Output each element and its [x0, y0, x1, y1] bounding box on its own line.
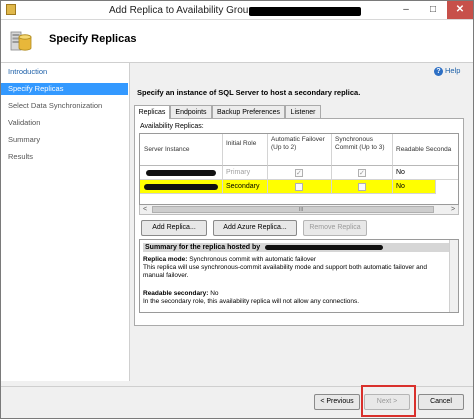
replica-mode-line: Replica mode: Synchronous commit with au…	[143, 256, 316, 264]
table-horizontal-scrollbar[interactable]: < III >	[139, 205, 459, 215]
nav-item-select-data-synchronization: Select Data Synchronization	[8, 101, 103, 110]
scroll-thumb[interactable]: III	[152, 206, 434, 213]
maximize-button[interactable]: □	[420, 1, 446, 19]
previous-button[interactable]: < Previous	[314, 394, 360, 410]
readable-secondary-description: In the secondary role, this availability…	[143, 298, 360, 305]
automatic-failover-checkbox[interactable]	[295, 183, 303, 191]
synchronous-commit-checkbox[interactable]	[358, 183, 366, 191]
app-icon	[6, 4, 16, 15]
redacted-server-name	[146, 170, 216, 176]
replica-mode-description-2: manual failover.	[143, 272, 189, 279]
nav-item-summary: Summary	[8, 135, 41, 144]
summary-title-text: Summary for the replica hosted by	[145, 244, 261, 251]
replica-mode-value: Synchronous commit with automatic failov…	[189, 256, 317, 263]
add-azure-replica-button[interactable]: Add Azure Replica...	[213, 220, 297, 236]
availability-replicas-label: Availability Replicas:	[140, 123, 204, 130]
col-header-initial-role[interactable]: Initial Role	[223, 134, 268, 166]
availability-replicas-table: Server Instance Initial Role Automatic F…	[139, 133, 459, 205]
help-icon: ?	[434, 67, 443, 76]
next-button-highlight	[361, 385, 416, 417]
help-label: Help	[445, 66, 461, 75]
redacted-group-name	[249, 7, 361, 16]
synchronous-commit-checkbox[interactable]	[358, 167, 366, 179]
close-button[interactable]: ✕	[447, 1, 473, 19]
tab-replicas[interactable]: Replicas	[134, 105, 170, 119]
replica-mode-label: Replica mode:	[143, 256, 188, 263]
cell-initial-role: Secondary	[223, 180, 268, 194]
cancel-button[interactable]: Cancel	[418, 394, 464, 410]
nav-item-specify-replicas[interactable]: Specify Replicas	[1, 83, 128, 95]
nav-item-results: Results	[8, 152, 34, 161]
wizard-nav: Introduction Specify Replicas Select Dat…	[1, 63, 130, 381]
col-header-automatic-failover[interactable]: Automatic Failover (Up to 2)	[268, 134, 332, 166]
redacted-host-name	[265, 245, 383, 250]
cell-initial-role: Primary	[223, 166, 268, 180]
window-title: Add Replica to Availability Group:	[109, 5, 257, 16]
cell-automatic-failover	[268, 166, 332, 180]
tab-listener[interactable]: Listener	[285, 105, 321, 118]
scroll-left-icon[interactable]: <	[140, 205, 150, 214]
cell-server-instance	[140, 180, 223, 194]
col-header-server-instance[interactable]: Server Instance	[140, 134, 223, 166]
col-header-readable-secondary[interactable]: Readable Seconda	[393, 134, 458, 166]
title-bar[interactable]: Add Replica to Availability Group: – □ ✕	[1, 1, 473, 20]
tab-endpoints[interactable]: Endpoints	[170, 105, 212, 118]
summary-vertical-scrollbar[interactable]	[449, 240, 458, 312]
readable-secondary-line: Readable secondary: No	[143, 290, 219, 298]
cell-synchronous-commit	[332, 166, 393, 180]
cell-readable-secondary[interactable]: No	[393, 180, 436, 194]
replica-mode-description-1: This replica will use synchronous-commit…	[143, 264, 427, 271]
minimize-button[interactable]: –	[393, 1, 419, 19]
readable-secondary-label: Readable secondary:	[143, 290, 209, 297]
wizard-header: Specify Replicas	[1, 20, 473, 63]
replica-summary-box: Summary for the replica hosted by Replic…	[139, 239, 459, 313]
cell-readable-secondary[interactable]: No	[393, 166, 458, 180]
readable-secondary-value: No	[210, 290, 219, 297]
help-link[interactable]: ? Help	[434, 66, 460, 76]
page-title: Specify Replicas	[49, 33, 137, 45]
remove-replica-button: Remove Replica	[303, 220, 367, 236]
cell-automatic-failover	[268, 180, 332, 194]
redacted-server-name	[144, 184, 218, 190]
add-replica-button[interactable]: Add Replica...	[141, 220, 207, 236]
nav-item-validation: Validation	[8, 118, 41, 127]
instruction-text: Specify an instance of SQL Server to hos…	[137, 88, 361, 97]
database-server-icon	[10, 31, 32, 51]
summary-title: Summary for the replica hosted by	[143, 243, 453, 252]
automatic-failover-checkbox[interactable]	[295, 167, 303, 179]
tab-backup-preferences[interactable]: Backup Preferences	[212, 105, 285, 118]
add-replica-wizard-window: Add Replica to Availability Group: – □ ✕…	[0, 0, 474, 419]
nav-item-introduction[interactable]: Introduction	[1, 66, 128, 78]
cell-synchronous-commit	[332, 180, 393, 194]
scroll-grip-icon: III	[299, 207, 304, 213]
col-header-synchronous-commit[interactable]: Synchronous Commit (Up to 3)	[332, 134, 393, 166]
scroll-right-icon[interactable]: >	[448, 205, 458, 214]
cell-server-instance	[140, 166, 223, 180]
